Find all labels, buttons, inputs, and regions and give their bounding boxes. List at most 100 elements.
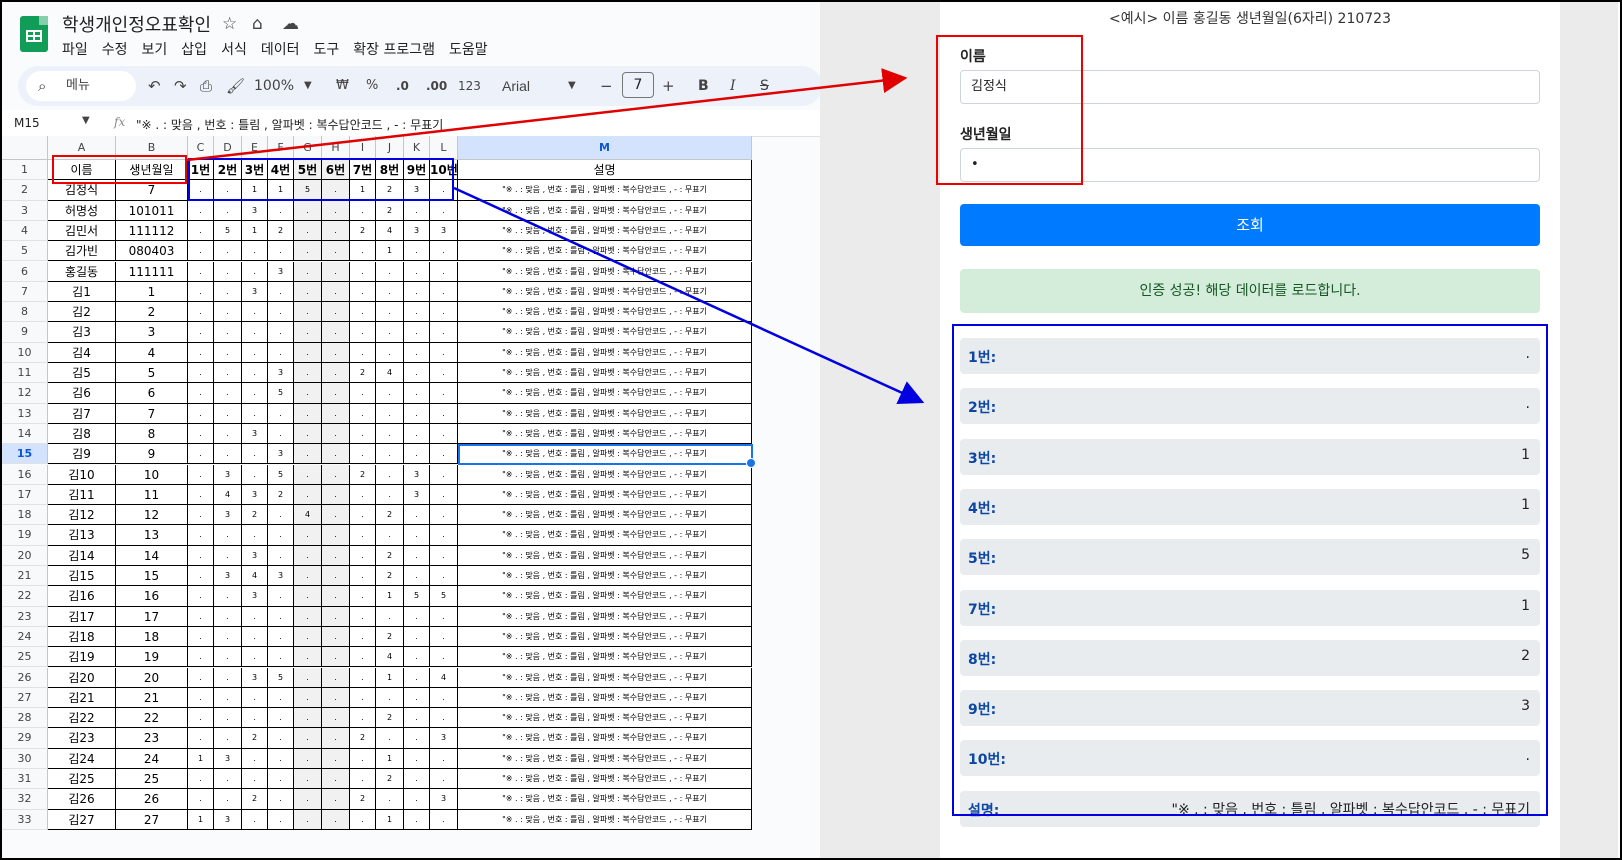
answer-cell[interactable]: . xyxy=(188,647,214,668)
answer-cell[interactable]: 3 xyxy=(404,464,430,485)
row-header[interactable]: 21 xyxy=(2,566,48,587)
answer-cell[interactable]: . xyxy=(214,403,242,424)
answer-cell[interactable]: . xyxy=(322,423,350,445)
description-cell[interactable]: "※ . : 맞음 , 번호 : 틀림 , 알파벳 : 복수답안코드 , - :… xyxy=(458,606,752,627)
answer-cell[interactable]: . xyxy=(214,667,242,688)
student-name-cell[interactable]: 김13 xyxy=(48,525,116,546)
birth-cell[interactable]: 1 xyxy=(116,281,188,303)
student-name-cell[interactable]: 김가빈 xyxy=(48,241,116,262)
answer-cell[interactable]: . xyxy=(404,606,430,627)
description-cell[interactable]: "※ . : 맞음 , 번호 : 틀림 , 알파벳 : 복수답안코드 , - :… xyxy=(458,667,752,688)
answer-cell[interactable]: 2 xyxy=(350,363,376,384)
answer-cell[interactable]: . xyxy=(294,728,322,749)
name-box[interactable]: M15 xyxy=(14,116,40,130)
answer-cell[interactable]: . xyxy=(404,748,430,769)
answer-cell[interactable]: 2 xyxy=(268,484,294,506)
answer-cell[interactable]: . xyxy=(214,322,242,343)
row-header[interactable]: 7 xyxy=(2,281,48,303)
row-header[interactable]: 9 xyxy=(2,322,48,343)
answer-cell[interactable]: . xyxy=(214,281,242,303)
answer-cell[interactable]: . xyxy=(350,322,376,343)
birth-cell[interactable]: 26 xyxy=(116,789,188,810)
answer-cell[interactable]: 2 xyxy=(350,464,376,485)
column-header-col-c[interactable]: C xyxy=(188,136,214,160)
answer-cell[interactable]: . xyxy=(376,423,404,445)
answer-cell[interactable]: . xyxy=(404,667,430,688)
answer-cell[interactable]: . xyxy=(404,647,430,668)
answer-cell[interactable]: . xyxy=(376,342,404,363)
chevron-down-icon[interactable]: ▼ xyxy=(304,66,312,106)
answer-cell[interactable]: . xyxy=(376,261,404,282)
answer-cell[interactable]: . xyxy=(188,241,214,262)
answer-cell[interactable]: . xyxy=(188,383,214,404)
answer-cell[interactable]: . xyxy=(294,525,322,546)
answer-cell[interactable]: . xyxy=(404,708,430,729)
answer-cell[interactable]: 3 xyxy=(214,464,242,485)
menu-edit[interactable]: 수정 xyxy=(102,39,128,59)
menu-tools[interactable]: 도구 xyxy=(313,39,339,59)
birth-cell[interactable]: 080403 xyxy=(116,241,188,262)
description-cell[interactable]: "※ . : 맞음 , 번호 : 틀림 , 알파벳 : 복수답안코드 , - :… xyxy=(458,687,752,709)
answer-cell[interactable]: . xyxy=(268,302,294,323)
answer-cell[interactable]: . xyxy=(404,545,430,566)
row-header[interactable]: 26 xyxy=(2,667,48,688)
answer-cell[interactable]: . xyxy=(430,748,458,769)
answer-cell[interactable]: . xyxy=(188,220,214,242)
answer-cell[interactable]: 2 xyxy=(350,728,376,749)
answer-cell[interactable]: . xyxy=(350,769,376,790)
answer-cell[interactable]: . xyxy=(268,647,294,668)
description-cell[interactable]: "※ . : 맞음 , 번호 : 틀림 , 알파벳 : 복수답안코드 , - :… xyxy=(458,302,752,323)
student-name-cell[interactable]: 김4 xyxy=(48,342,116,363)
answer-cell[interactable]: 2 xyxy=(376,200,404,221)
column-header-col-k[interactable]: K xyxy=(404,136,430,160)
description-cell[interactable]: "※ . : 맞음 , 번호 : 틀림 , 알파벳 : 복수답안코드 , - :… xyxy=(458,586,752,607)
answer-cell[interactable]: . xyxy=(188,626,214,648)
birth-cell[interactable]: 25 xyxy=(116,769,188,790)
decrease-decimal-button[interactable]: .0 xyxy=(396,66,409,106)
answer-cell[interactable]: . xyxy=(242,809,268,830)
italic-button[interactable]: I xyxy=(730,66,736,106)
redo-icon[interactable]: ↷ xyxy=(174,66,187,106)
description-cell[interactable]: "※ . : 맞음 , 번호 : 틀림 , 알파벳 : 복수답안코드 , - :… xyxy=(458,728,752,749)
percent-format-button[interactable]: % xyxy=(366,66,378,106)
answer-cell[interactable]: . xyxy=(214,687,242,709)
birth-cell[interactable]: 12 xyxy=(116,505,188,526)
answer-cell[interactable]: . xyxy=(188,363,214,384)
column-header-col-l[interactable]: L xyxy=(430,136,458,160)
student-name-cell[interactable]: 김18 xyxy=(48,626,116,648)
row-header[interactable]: 20 xyxy=(2,545,48,566)
answer-cell[interactable]: . xyxy=(242,606,268,627)
description-cell[interactable]: "※ . : 맞음 , 번호 : 틀림 , 알파벳 : 복수답안코드 , - :… xyxy=(458,626,752,648)
student-name-cell[interactable]: 김11 xyxy=(48,484,116,506)
answer-cell[interactable]: 4 xyxy=(376,220,404,242)
student-name-cell[interactable]: 김22 xyxy=(48,708,116,729)
row-header[interactable]: 22 xyxy=(2,586,48,607)
answer-cell[interactable]: . xyxy=(214,444,242,465)
answer-cell[interactable]: . xyxy=(188,586,214,607)
answer-cell[interactable]: 3 xyxy=(268,566,294,587)
answer-cell[interactable]: . xyxy=(350,505,376,526)
student-name-cell[interactable]: 김15 xyxy=(48,566,116,587)
description-cell[interactable]: "※ . : 맞음 , 번호 : 틀림 , 알파벳 : 복수답안코드 , - :… xyxy=(458,566,752,587)
answer-cell[interactable]: . xyxy=(404,302,430,323)
student-name-cell[interactable]: 김19 xyxy=(48,647,116,668)
column-header-col-g[interactable]: G xyxy=(294,136,322,160)
answer-cell[interactable]: . xyxy=(376,789,404,810)
move-folder-icon[interactable]: ⌂ xyxy=(252,14,263,34)
answer-cell[interactable]: . xyxy=(322,484,350,506)
answer-cell[interactable]: . xyxy=(430,545,458,566)
row-header[interactable]: 15 xyxy=(2,444,48,465)
chevron-down-icon[interactable]: ▼ xyxy=(568,66,576,106)
answer-cell[interactable]: . xyxy=(242,769,268,790)
row-header[interactable]: 19 xyxy=(2,525,48,546)
student-name-cell[interactable]: 김17 xyxy=(48,606,116,627)
student-name-cell[interactable]: 김8 xyxy=(48,423,116,445)
answer-cell[interactable]: . xyxy=(294,403,322,424)
answer-cell[interactable]: . xyxy=(322,769,350,790)
student-name-cell[interactable]: 허명성 xyxy=(48,200,116,221)
answer-cell[interactable]: . xyxy=(322,647,350,668)
birth-cell[interactable]: 22 xyxy=(116,708,188,729)
answer-cell[interactable]: . xyxy=(430,687,458,709)
row-header[interactable]: 16 xyxy=(2,464,48,485)
answer-cell[interactable]: . xyxy=(214,383,242,404)
